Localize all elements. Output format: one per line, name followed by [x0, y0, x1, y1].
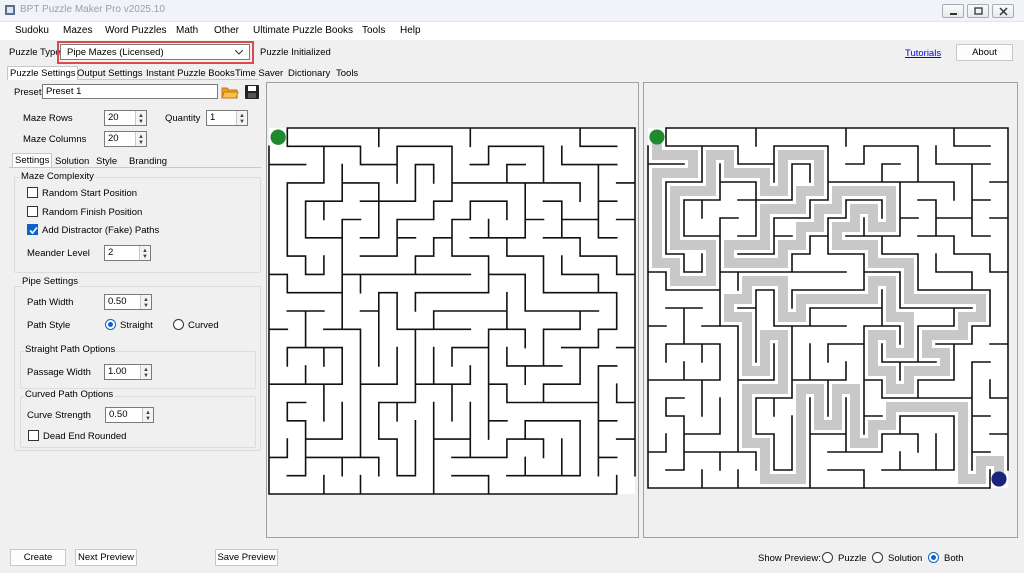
show-both-label: Both — [944, 553, 964, 564]
folder-open-icon[interactable] — [221, 84, 239, 100]
tab-instant-puzzle-books[interactable]: Instant Puzzle Books — [144, 67, 237, 81]
highlight-box — [57, 41, 254, 64]
next-preview-button[interactable]: Next Preview — [75, 549, 137, 566]
maze-complexity-title: Maze Complexity — [20, 171, 95, 182]
subtab-solution[interactable]: Solution — [53, 155, 91, 169]
maze-columns-stepper[interactable]: 20 ▲ ▼ — [104, 131, 147, 147]
maximize-icon — [974, 7, 983, 15]
menu-bar: Sudoku Mazes Word Puzzles Math Other Ult… — [0, 22, 1024, 40]
save-preview-button[interactable]: Save Preview — [215, 549, 278, 566]
puzzle-maze-canvas — [268, 127, 636, 495]
puzzle-status: Puzzle Initialized — [260, 47, 331, 58]
show-puzzle-radio[interactable] — [822, 552, 833, 563]
distractor-checkbox[interactable] — [27, 224, 38, 235]
path-style-label: Path Style — [27, 320, 71, 331]
dead-end-label: Dead End Rounded — [43, 431, 127, 442]
close-button[interactable] — [992, 4, 1014, 18]
subtab-branding[interactable]: Branding — [127, 155, 169, 169]
show-puzzle-label: Puzzle — [838, 553, 867, 564]
curved-options-title: Curved Path Options — [24, 389, 115, 400]
quantity-value: 1 — [210, 112, 216, 123]
maze-rows-stepper[interactable]: 20 ▲ ▼ — [104, 110, 147, 126]
straight-radio[interactable] — [105, 319, 116, 330]
straight-label: Straight — [120, 320, 153, 331]
subtab-settings[interactable]: Settings — [12, 153, 53, 167]
quantity-stepper[interactable]: 1 ▲ ▼ — [206, 110, 248, 126]
curve-strength-label: Curve Strength — [27, 410, 91, 421]
menu-sudoku[interactable]: Sudoku — [15, 25, 49, 36]
window-title: BPT Puzzle Maker Pro v2025.10 — [20, 4, 165, 15]
save-icon[interactable] — [244, 84, 260, 100]
preset-input[interactable]: Preset 1 — [42, 84, 218, 99]
quantity-label: Quantity — [165, 113, 201, 124]
meander-level-stepper[interactable]: 2 ▲ ▼ — [104, 245, 151, 261]
random-finish-checkbox[interactable] — [27, 206, 38, 217]
checkmark-icon — [29, 226, 38, 235]
tab-tools[interactable]: Tools — [334, 67, 360, 81]
maze-walls — [268, 127, 636, 495]
maze-rows-label: Maze Rows — [23, 113, 73, 124]
dead-end-checkbox[interactable] — [28, 430, 39, 441]
meander-level-label: Meander Level — [27, 248, 90, 259]
start-marker — [649, 129, 665, 145]
puzzle-preview-pane — [266, 82, 639, 538]
maze-columns-value: 20 — [108, 133, 119, 144]
menu-math[interactable]: Math — [176, 25, 198, 36]
menu-other[interactable]: Other — [214, 25, 239, 36]
menu-help[interactable]: Help — [400, 25, 421, 36]
menu-mazes[interactable]: Mazes — [63, 25, 92, 36]
minimize-icon — [950, 13, 957, 15]
straight-options-title: Straight Path Options — [24, 344, 117, 355]
meander-level-value: 2 — [108, 247, 114, 258]
maze-walls — [647, 127, 1009, 489]
maximize-button[interactable] — [967, 4, 989, 18]
menu-tools[interactable]: Tools — [362, 25, 385, 36]
app-icon — [5, 5, 15, 15]
path-width-stepper[interactable]: 0.50 ▲ ▼ — [104, 294, 152, 310]
tab-puzzle-settings[interactable]: Puzzle Settings — [7, 66, 79, 80]
finish-marker — [991, 471, 1007, 487]
pipe-settings-title: Pipe Settings — [21, 276, 79, 287]
random-start-checkbox[interactable] — [27, 187, 38, 198]
start-marker — [270, 129, 286, 145]
passage-width-value: 1.00 — [108, 366, 127, 377]
maze-columns-label: Maze Columns — [23, 134, 87, 145]
show-solution-label: Solution — [888, 553, 923, 564]
puzzle-type-label: Puzzle Type — [9, 47, 61, 58]
minimize-button[interactable] — [942, 4, 964, 18]
menu-word-puzzles[interactable]: Word Puzzles — [105, 25, 167, 36]
tab-output-settings[interactable]: Output Settings — [75, 67, 144, 81]
show-preview-label: Show Preview: — [758, 553, 821, 564]
curve-strength-stepper[interactable]: 0.50 ▲ ▼ — [105, 407, 154, 423]
subtab-style[interactable]: Style — [94, 155, 119, 169]
solution-maze-canvas — [647, 127, 1009, 489]
curved-radio[interactable] — [173, 319, 184, 330]
passage-width-stepper[interactable]: 1.00 ▲ ▼ — [104, 364, 152, 380]
random-finish-label: Random Finish Position — [42, 207, 143, 218]
show-solution-radio[interactable] — [872, 552, 883, 563]
curved-label: Curved — [188, 320, 219, 331]
create-button[interactable]: Create — [10, 549, 66, 566]
maze-rows-value: 20 — [108, 112, 119, 123]
distractor-label: Add Distractor (Fake) Paths — [42, 225, 160, 236]
tutorials-link[interactable]: Tutorials — [905, 48, 941, 59]
curve-strength-value: 0.50 — [109, 409, 128, 420]
passage-width-label: Passage Width — [27, 367, 91, 378]
preset-label: Preset — [14, 87, 42, 98]
menu-ultimate-puzzle-books[interactable]: Ultimate Puzzle Books — [253, 25, 353, 36]
close-icon — [999, 7, 1008, 16]
path-width-label: Path Width — [27, 297, 74, 308]
tab-time-saver[interactable]: Time Saver — [233, 67, 285, 81]
tab-dictionary[interactable]: Dictionary — [286, 67, 332, 81]
random-start-label: Random Start Position — [42, 188, 138, 199]
show-both-radio[interactable] — [928, 552, 939, 563]
path-width-value: 0.50 — [108, 296, 127, 307]
solution-preview-pane — [643, 82, 1018, 538]
about-button[interactable]: About — [956, 44, 1013, 61]
title-bar: BPT Puzzle Maker Pro v2025.10 — [0, 0, 1024, 22]
